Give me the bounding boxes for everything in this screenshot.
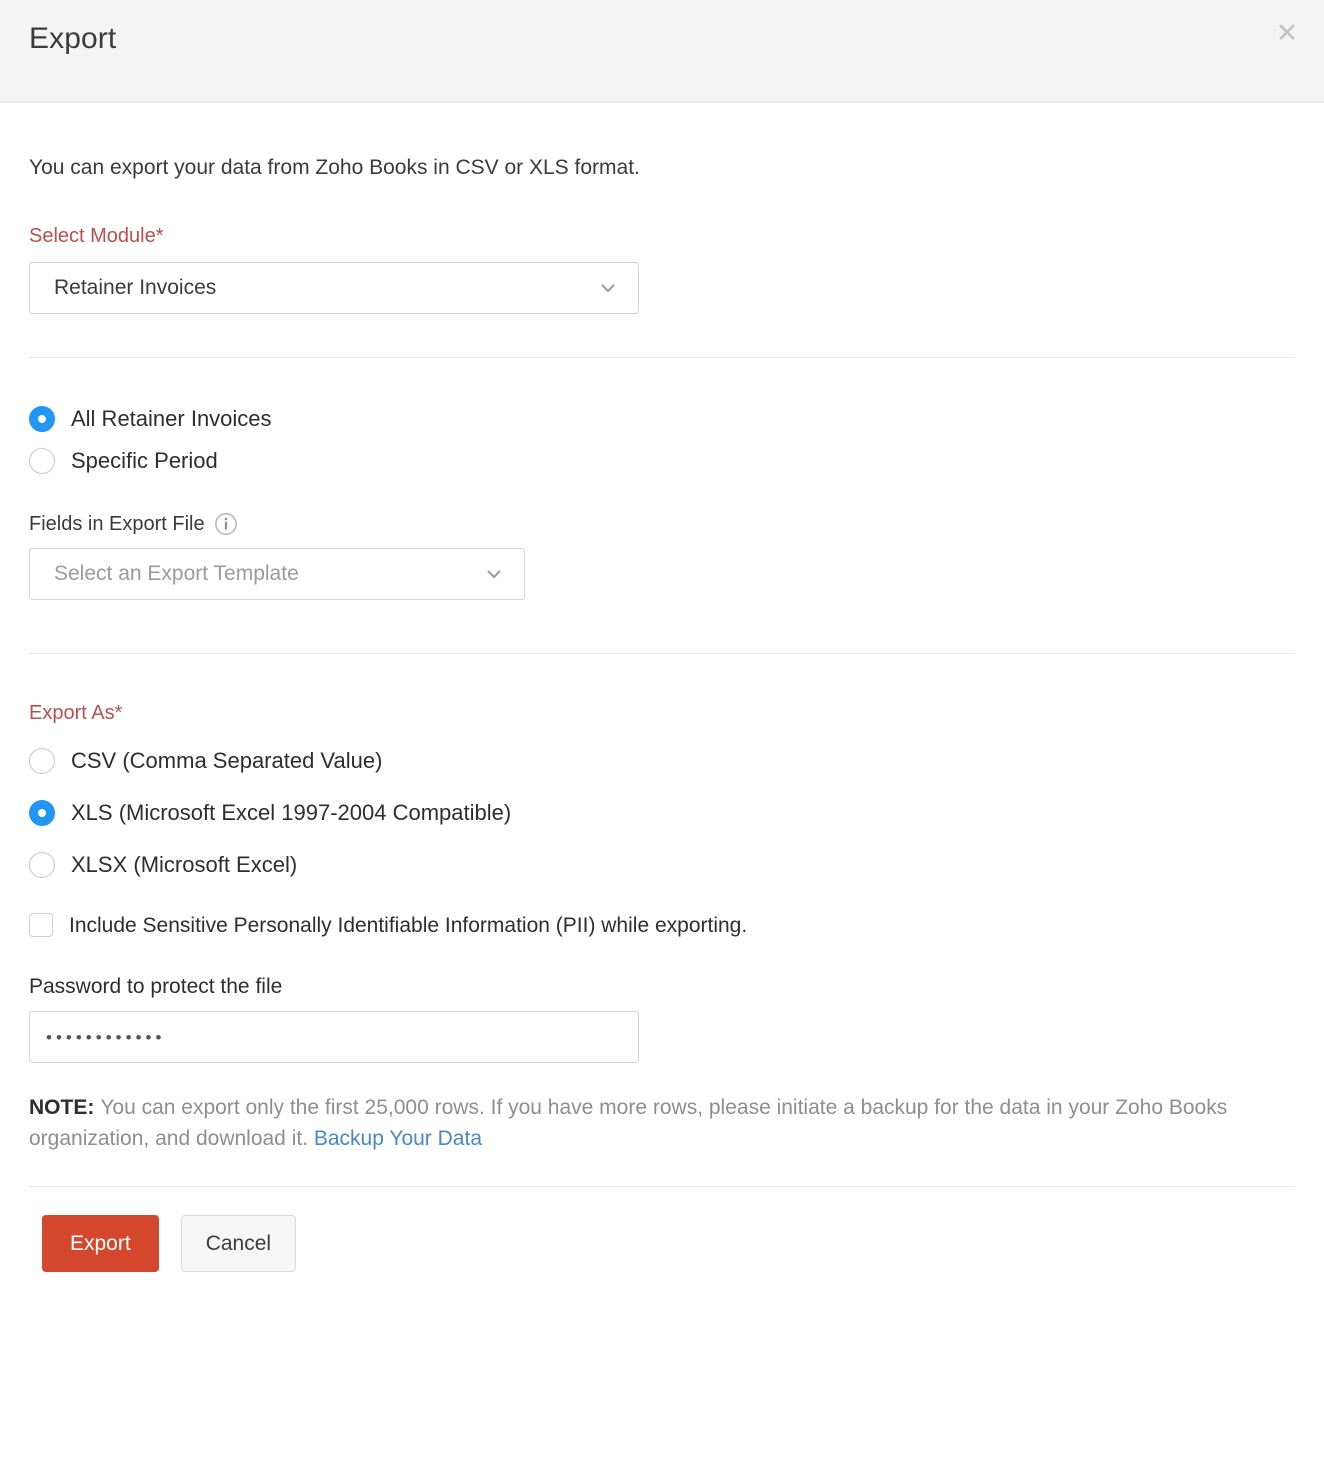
radio-label: XLS (Microsoft Excel 1997-2004 Compatibl… xyxy=(71,802,511,824)
radio-indicator xyxy=(29,800,55,826)
fields-in-export-file-label: Fields in Export File xyxy=(29,512,1295,536)
radio-indicator xyxy=(29,448,55,474)
radio-indicator xyxy=(29,748,55,774)
password-value: •••••••••••• xyxy=(46,1029,165,1046)
divider-2 xyxy=(29,653,1295,654)
dialog-footer: Export Cancel xyxy=(0,1187,1324,1272)
radio-xls[interactable]: XLS (Microsoft Excel 1997-2004 Compatibl… xyxy=(29,787,1295,839)
spacer xyxy=(29,482,1295,512)
checkbox-indicator xyxy=(29,913,53,937)
radio-specific-period[interactable]: Specific Period xyxy=(29,440,1295,482)
export-as-label: Export As* xyxy=(29,702,1295,725)
password-field[interactable]: •••••••••••• xyxy=(29,1011,639,1063)
radio-indicator xyxy=(29,406,55,432)
radio-indicator xyxy=(29,852,55,878)
divider-1 xyxy=(29,357,1295,358)
checkbox-label: Include Sensitive Personally Identifiabl… xyxy=(69,915,747,936)
select-module-label: Select Module* xyxy=(29,224,1295,248)
dialog-title: Export xyxy=(29,22,116,56)
radio-label: Specific Period xyxy=(71,450,218,472)
select-module-value: Retainer Invoices xyxy=(54,276,216,300)
chevron-down-icon xyxy=(600,280,616,296)
radio-label: CSV (Comma Separated Value) xyxy=(71,750,382,772)
backup-your-data-link[interactable]: Backup Your Data xyxy=(314,1127,482,1150)
export-template-dropdown[interactable]: Select an Export Template xyxy=(29,548,525,600)
intro-text: You can export your data from Zoho Books… xyxy=(29,103,1295,180)
export-template-value: Select an Export Template xyxy=(54,562,299,586)
scope-radio-group: All Retainer Invoices Specific Period xyxy=(29,398,1295,482)
note-text: NOTE:You can export only the first 25,00… xyxy=(29,1093,1295,1154)
note-body: You can export only the first 25,000 row… xyxy=(29,1096,1227,1149)
note-prefix: NOTE: xyxy=(29,1096,94,1119)
export-button[interactable]: Export xyxy=(42,1215,159,1272)
chevron-down-icon xyxy=(486,566,502,582)
select-module-dropdown[interactable]: Retainer Invoices xyxy=(29,262,639,314)
close-icon[interactable]: ✕ xyxy=(1268,14,1306,52)
export-as-radio-group: CSV (Comma Separated Value) XLS (Microso… xyxy=(29,735,1295,891)
radio-all-retainer-invoices[interactable]: All Retainer Invoices xyxy=(29,398,1295,440)
radio-label: XLSX (Microsoft Excel) xyxy=(71,854,297,876)
radio-label: All Retainer Invoices xyxy=(71,408,272,430)
checkbox-include-pii[interactable]: Include Sensitive Personally Identifiabl… xyxy=(29,913,1295,937)
cancel-button[interactable]: Cancel xyxy=(181,1215,296,1272)
password-label: Password to protect the file xyxy=(29,975,1295,999)
radio-xlsx[interactable]: XLSX (Microsoft Excel) xyxy=(29,839,1295,891)
fields-label-text: Fields in Export File xyxy=(29,512,205,536)
radio-csv[interactable]: CSV (Comma Separated Value) xyxy=(29,735,1295,787)
info-icon[interactable] xyxy=(214,512,238,536)
dialog-header: Export ✕ xyxy=(0,0,1324,103)
dialog-body: You can export your data from Zoho Books… xyxy=(0,103,1324,1187)
